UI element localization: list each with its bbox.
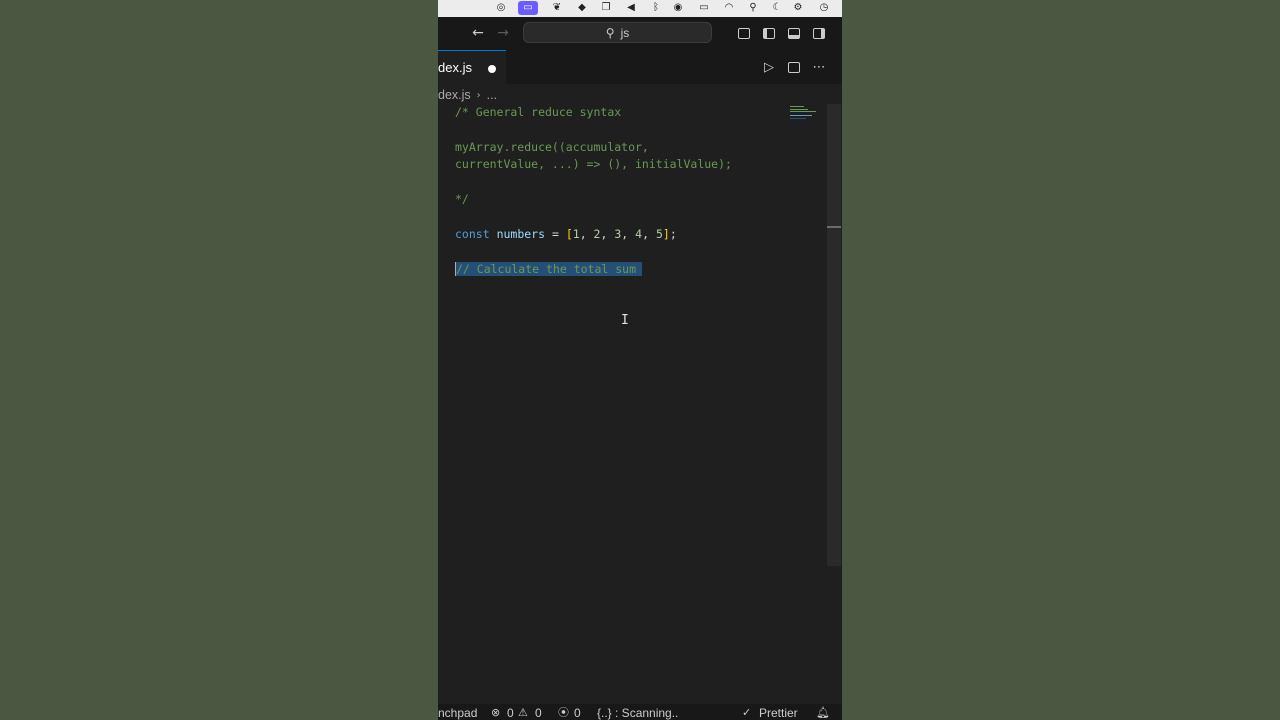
macos-menu-bar: ◎ ▭ ❦ ◆ ❐ ◀ ᛒ ◉ ▭ ◠ ⚲ ☾ ⚙ ◷ <box>438 0 842 17</box>
comma: , <box>600 227 615 241</box>
wifi-icon[interactable]: ◠ <box>723 2 735 14</box>
selected-comment[interactable]: // Calculate the total sum <box>455 262 643 276</box>
more-actions-icon[interactable]: ⋯ <box>811 59 827 75</box>
breadcrumb-ellipsis[interactable]: ... <box>487 88 497 102</box>
prettier-status[interactable]: Prettier <box>759 704 798 720</box>
vscode-window: ◎ ▭ ❦ ◆ ❐ ◀ ᛒ ◉ ▭ ◠ ⚲ ☾ ⚙ ◷ ← → ⚲ js dex… <box>438 0 842 720</box>
editor-tab-bar: dex.js ▷ ⋯ <box>438 50 842 84</box>
back-arrow-icon[interactable]: ← <box>470 25 486 41</box>
app-icon[interactable]: ◆ <box>576 2 588 14</box>
error-icon[interactable]: ⊗ <box>491 704 500 720</box>
keyword-const: const <box>455 227 490 241</box>
title-bar: ← → ⚲ js <box>438 17 842 50</box>
breadcrumb[interactable]: dex.js › ... <box>438 86 497 104</box>
remote-indicator[interactable]: nchpad <box>438 704 477 720</box>
code-line-4[interactable]: */ <box>455 191 469 208</box>
status-bar: nchpad ⊗ 0 ⚠ 0 ⦿ 0 {..} : Scanning.. ✓ P… <box>438 704 842 720</box>
warning-count[interactable]: 0 <box>535 704 542 720</box>
forward-arrow-icon[interactable]: → <box>495 25 511 41</box>
comma: , <box>642 227 656 241</box>
unsaved-dot-icon[interactable] <box>488 65 496 73</box>
volume-icon[interactable]: ◀ <box>625 2 637 14</box>
butterfly-icon[interactable]: ❦ <box>551 2 563 14</box>
number-5: 5 <box>655 227 663 241</box>
chevron-right-icon: › <box>476 89 481 101</box>
scrollbar-position-marker[interactable] <box>827 226 841 228</box>
bell-icon[interactable]: 🔔︎ <box>816 704 830 720</box>
code-line-3[interactable]: currentValue, ...) => (), initialValue); <box>455 156 732 173</box>
assign-operator: = <box>545 227 566 241</box>
record-icon[interactable]: ◉ <box>672 2 684 14</box>
warning-icon[interactable]: ⚠ <box>518 704 528 720</box>
open-bracket: [ <box>565 227 573 241</box>
creative-cloud-icon[interactable]: ◎ <box>495 2 507 14</box>
check-double-icon[interactable]: ✓ <box>742 704 751 720</box>
ports-icon[interactable]: ⦿ <box>558 704 569 720</box>
toggle-secondary-sidebar-icon[interactable] <box>812 25 826 41</box>
error-count[interactable]: 0 <box>507 704 514 720</box>
split-editor-icon[interactable] <box>787 59 801 75</box>
layers-icon[interactable]: ❐ <box>600 2 612 14</box>
clock-icon[interactable]: ◷ <box>818 2 830 14</box>
number-1: 1 <box>572 227 580 241</box>
code-line-5[interactable]: const numbers = [1, 2, 3, 4, 5]; <box>455 226 677 243</box>
tab-index-js[interactable]: dex.js <box>438 50 506 84</box>
customize-layout-icon[interactable] <box>737 25 751 41</box>
toggle-primary-sidebar-icon[interactable] <box>762 25 776 41</box>
code-editor[interactable]: /* General reduce syntax myArray.reduce(… <box>438 104 828 704</box>
language-status[interactable]: {..} : Scanning.. <box>597 704 678 720</box>
close-bracket: ] <box>662 227 670 241</box>
code-line-1[interactable]: /* General reduce syntax <box>455 104 621 121</box>
toggle-panel-icon[interactable] <box>787 25 801 41</box>
vertical-scrollbar[interactable] <box>827 104 841 566</box>
comma: , <box>579 227 594 241</box>
run-icon[interactable]: ▷ <box>762 59 776 75</box>
search-icon: ⚲ <box>605 25 615 40</box>
minimap[interactable] <box>790 104 820 120</box>
comma: , <box>621 227 636 241</box>
battery-icon[interactable]: ▭ <box>696 2 712 14</box>
bluetooth-icon[interactable]: ᛒ <box>650 2 662 14</box>
text-cursor-icon: I <box>621 313 629 328</box>
code-line-6[interactable]: // Calculate the total sum <box>455 261 643 278</box>
control-center-icon[interactable]: ⚙ <box>792 2 804 14</box>
semicolon: ; <box>669 227 677 241</box>
moon-icon[interactable]: ☾ <box>771 2 783 14</box>
spotlight-search-icon[interactable]: ⚲ <box>747 2 759 14</box>
search-text: js <box>620 25 630 40</box>
screen-share-icon[interactable]: ▭ <box>518 1 538 15</box>
variable-numbers: numbers <box>496 227 546 241</box>
ports-count[interactable]: 0 <box>574 704 581 720</box>
command-center-search[interactable]: ⚲ js <box>523 22 712 43</box>
tab-label: dex.js <box>438 60 472 75</box>
code-line-2[interactable]: myArray.reduce((accumulator, <box>455 139 649 156</box>
breadcrumb-file[interactable]: dex.js <box>438 88 471 102</box>
